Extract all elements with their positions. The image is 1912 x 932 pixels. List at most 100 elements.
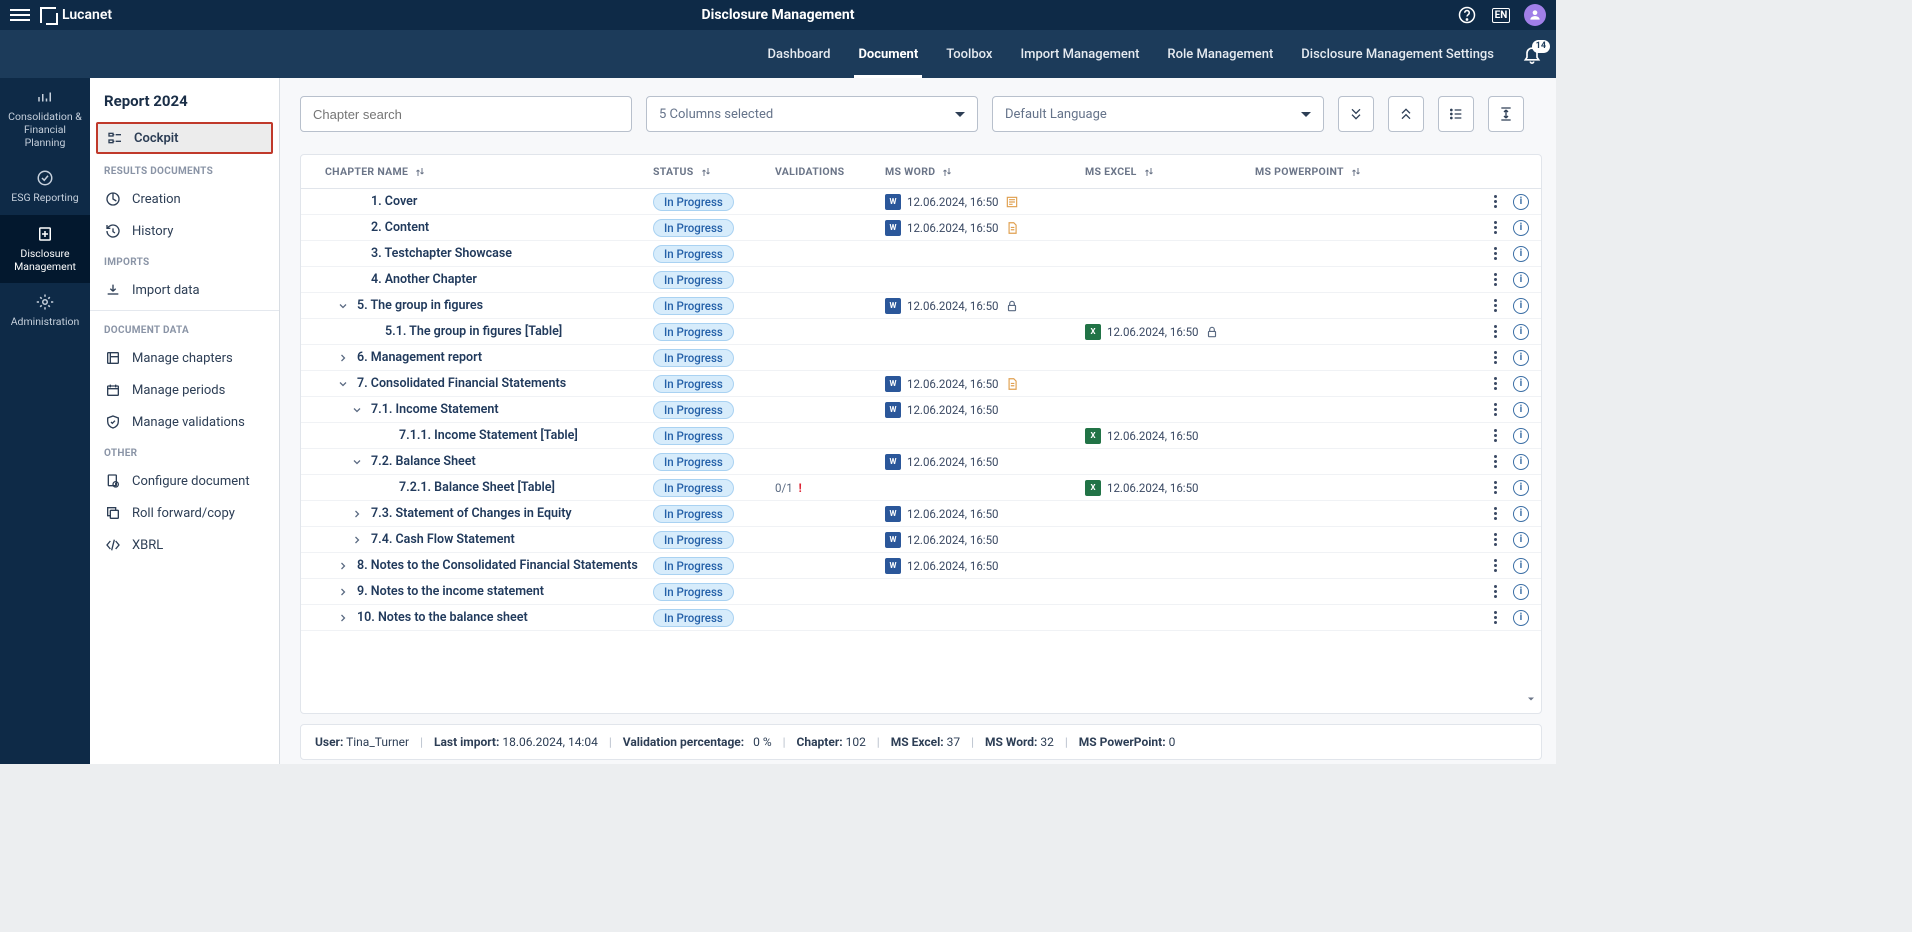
th-msexcel[interactable]: MS EXCEL <box>1085 165 1255 178</box>
table-row[interactable]: 5.1. The group in figures [Table]In Prog… <box>301 319 1541 345</box>
info-icon[interactable]: i <box>1513 272 1529 288</box>
table-row[interactable]: 1. CoverIn ProgressW12.06.2024, 16:50i <box>301 189 1541 215</box>
th-chapter-name[interactable]: CHAPTER NAME <box>313 165 653 178</box>
th-msword[interactable]: MS WORD <box>885 165 1085 178</box>
info-icon[interactable]: i <box>1513 298 1529 314</box>
chevron-right-icon[interactable] <box>349 508 365 520</box>
table-row[interactable]: 2. ContentIn ProgressW12.06.2024, 16:50i <box>301 215 1541 241</box>
row-menu-icon[interactable] <box>1487 506 1503 522</box>
expand-all-button[interactable] <box>1338 96 1374 132</box>
info-icon[interactable]: i <box>1513 194 1529 210</box>
hamburger-menu-icon[interactable] <box>10 9 30 21</box>
sidebar-item-history[interactable]: History <box>90 215 279 247</box>
table-row[interactable]: 7.3. Statement of Changes in EquityIn Pr… <box>301 501 1541 527</box>
info-icon[interactable]: i <box>1513 350 1529 366</box>
row-menu-icon[interactable] <box>1487 194 1503 210</box>
row-menu-icon[interactable] <box>1487 584 1503 600</box>
sidebar-item-cockpit[interactable]: Cockpit <box>96 122 273 154</box>
row-menu-icon[interactable] <box>1487 272 1503 288</box>
info-icon[interactable]: i <box>1513 220 1529 236</box>
info-icon[interactable]: i <box>1513 532 1529 548</box>
chevron-down-icon[interactable] <box>335 378 351 390</box>
fit-height-button[interactable] <box>1488 96 1524 132</box>
table-row[interactable]: 7.2.1. Balance Sheet [Table]In Progress0… <box>301 475 1541 501</box>
row-menu-icon[interactable] <box>1487 350 1503 366</box>
sidebar-item-manage-chapters[interactable]: Manage chapters <box>90 342 279 374</box>
row-menu-icon[interactable] <box>1487 610 1503 626</box>
info-icon[interactable]: i <box>1513 246 1529 262</box>
info-icon[interactable]: i <box>1513 480 1529 496</box>
info-icon[interactable]: i <box>1513 558 1529 574</box>
word-icon[interactable]: W <box>885 298 901 314</box>
th-msppt[interactable]: MS POWERPOINT <box>1255 165 1415 178</box>
chevron-right-icon[interactable] <box>335 612 351 624</box>
info-icon[interactable]: i <box>1513 584 1529 600</box>
excel-icon[interactable]: X <box>1085 480 1101 496</box>
row-menu-icon[interactable] <box>1487 324 1503 340</box>
info-icon[interactable]: i <box>1513 454 1529 470</box>
row-menu-icon[interactable] <box>1487 480 1503 496</box>
language-select[interactable]: Default Language <box>992 96 1324 132</box>
table-row[interactable]: 7. Consolidated Financial StatementsIn P… <box>301 371 1541 397</box>
sidebar-item-roll-forward[interactable]: Roll forward/copy <box>90 497 279 529</box>
info-icon[interactable]: i <box>1513 324 1529 340</box>
module-consolidation[interactable]: Consolidation & Financial Planning <box>0 78 90 159</box>
sidebar-item-import-data[interactable]: Import data <box>90 274 279 306</box>
chevron-right-icon[interactable] <box>335 352 351 364</box>
tab-disclosure-management-settings[interactable]: Disclosure Management Settings <box>1287 30 1508 78</box>
scroll-down-icon[interactable] <box>1525 693 1537 709</box>
module-esg[interactable]: ESG Reporting <box>0 159 90 214</box>
table-row[interactable]: 4. Another ChapterIn Progressi <box>301 267 1541 293</box>
collapse-all-button[interactable] <box>1388 96 1424 132</box>
user-avatar[interactable] <box>1524 4 1546 26</box>
list-view-button[interactable] <box>1438 96 1474 132</box>
row-menu-icon[interactable] <box>1487 402 1503 418</box>
word-icon[interactable]: W <box>885 532 901 548</box>
table-row[interactable]: 7.4. Cash Flow StatementIn ProgressW12.0… <box>301 527 1541 553</box>
info-icon[interactable]: i <box>1513 402 1529 418</box>
word-icon[interactable]: W <box>885 454 901 470</box>
row-menu-icon[interactable] <box>1487 220 1503 236</box>
info-icon[interactable]: i <box>1513 428 1529 444</box>
word-icon[interactable]: W <box>885 558 901 574</box>
table-row[interactable]: 5. The group in figuresIn ProgressW12.06… <box>301 293 1541 319</box>
notifications-bell[interactable]: 14 <box>1508 30 1556 78</box>
table-row[interactable]: 3. Testchapter ShowcaseIn Progressi <box>301 241 1541 267</box>
table-row[interactable]: 8. Notes to the Consolidated Financial S… <box>301 553 1541 579</box>
table-row[interactable]: 6. Management reportIn Progressi <box>301 345 1541 371</box>
help-icon[interactable] <box>1456 4 1478 26</box>
excel-icon[interactable]: X <box>1085 428 1101 444</box>
sidebar-item-manage-validations[interactable]: Manage validations <box>90 406 279 438</box>
row-menu-icon[interactable] <box>1487 246 1503 262</box>
tab-role-management[interactable]: Role Management <box>1153 30 1287 78</box>
excel-icon[interactable]: X <box>1085 324 1101 340</box>
chevron-right-icon[interactable] <box>335 586 351 598</box>
row-menu-icon[interactable] <box>1487 558 1503 574</box>
chevron-down-icon[interactable] <box>349 404 365 416</box>
sidebar-item-manage-periods[interactable]: Manage periods <box>90 374 279 406</box>
row-menu-icon[interactable] <box>1487 454 1503 470</box>
row-menu-icon[interactable] <box>1487 298 1503 314</box>
word-icon[interactable]: W <box>885 194 901 210</box>
row-menu-icon[interactable] <box>1487 376 1503 392</box>
word-icon[interactable]: W <box>885 220 901 236</box>
row-menu-icon[interactable] <box>1487 532 1503 548</box>
chevron-right-icon[interactable] <box>349 534 365 546</box>
info-icon[interactable]: i <box>1513 610 1529 626</box>
module-disclosure[interactable]: Disclosure Management <box>0 215 90 283</box>
tab-dashboard[interactable]: Dashboard <box>754 30 845 78</box>
module-admin[interactable]: Administration <box>0 283 90 338</box>
table-row[interactable]: 10. Notes to the balance sheetIn Progres… <box>301 605 1541 631</box>
word-icon[interactable]: W <box>885 376 901 392</box>
chevron-right-icon[interactable] <box>335 560 351 572</box>
table-row[interactable]: 7.1.1. Income Statement [Table]In Progre… <box>301 423 1541 449</box>
columns-select[interactable]: 5 Columns selected <box>646 96 978 132</box>
chevron-down-icon[interactable] <box>349 456 365 468</box>
sidebar-item-xbrl[interactable]: XBRL <box>90 529 279 561</box>
tab-document[interactable]: Document <box>844 30 932 78</box>
word-icon[interactable]: W <box>885 506 901 522</box>
tab-import-management[interactable]: Import Management <box>1006 30 1153 78</box>
tab-toolbox[interactable]: Toolbox <box>932 30 1006 78</box>
info-icon[interactable]: i <box>1513 506 1529 522</box>
chevron-down-icon[interactable] <box>335 300 351 312</box>
